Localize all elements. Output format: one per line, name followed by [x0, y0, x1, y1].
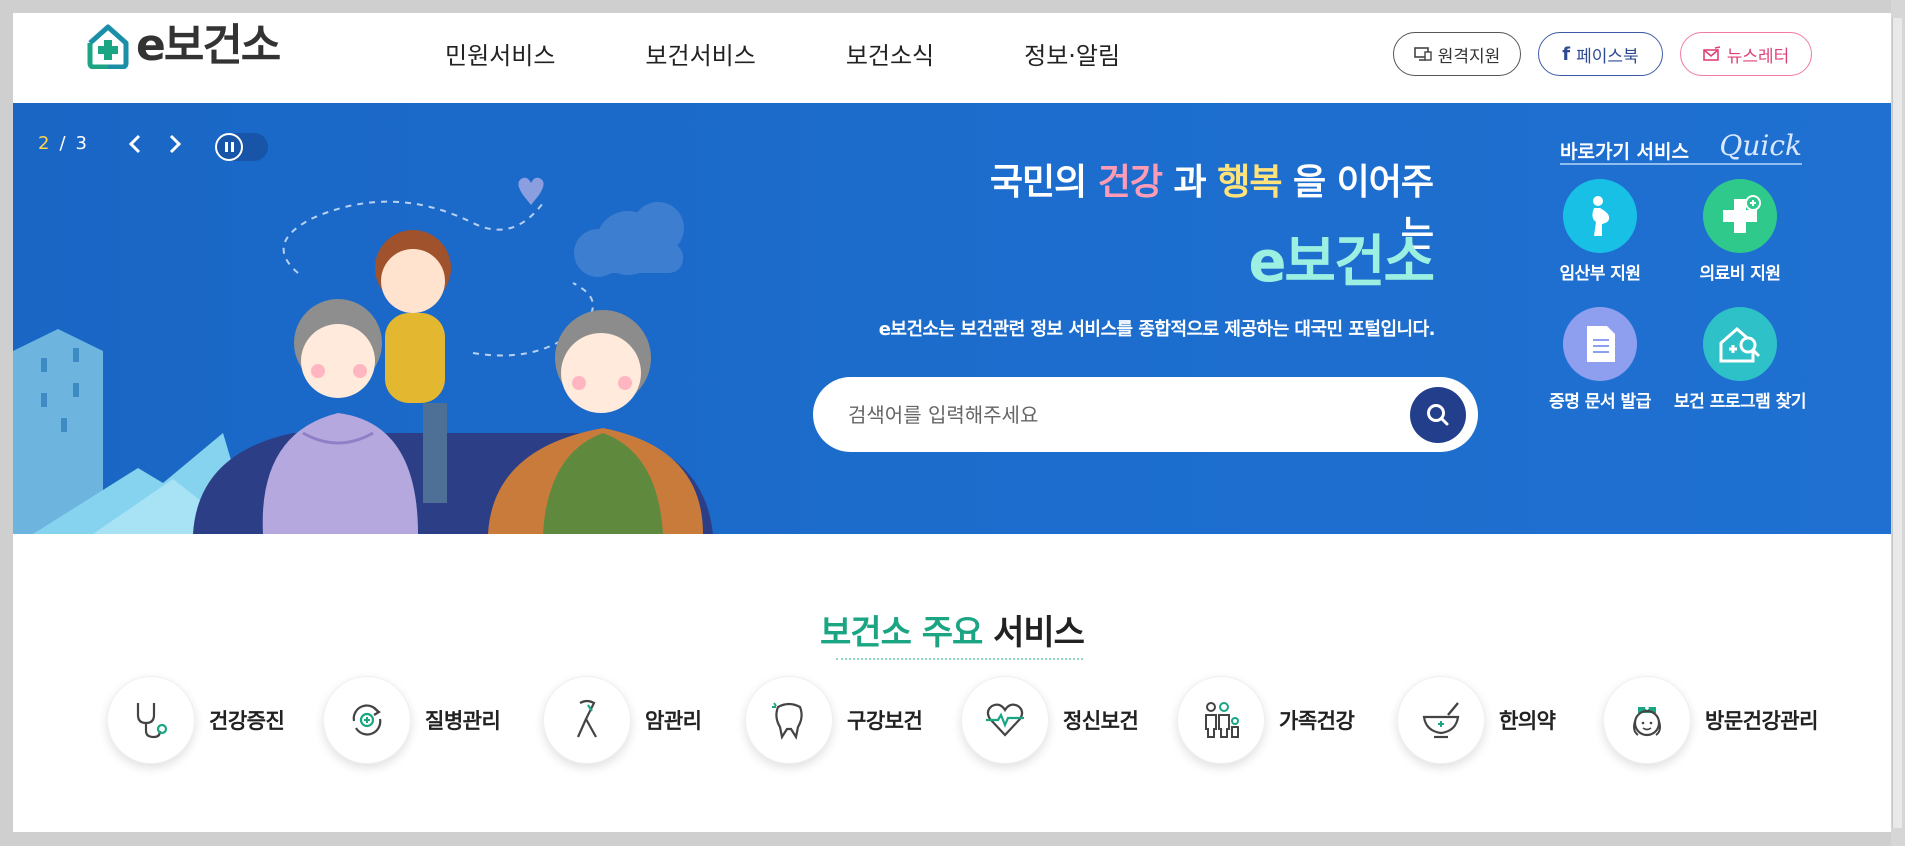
quick-label-medical-cost: 의료비 지원 [1699, 264, 1781, 284]
remote-support-button[interactable]: 원격지원 [1393, 32, 1521, 76]
service-label-korean-medicine: 한의약 [1499, 709, 1556, 733]
service-mental-health[interactable]: 정신보건 [961, 676, 1139, 764]
search-input[interactable] [848, 395, 1388, 435]
document-icon [1563, 307, 1637, 381]
heartbeat-icon [961, 676, 1049, 764]
page: e보건소 민원서비스 보건서비스 보건소식 정보·알림 원격지원 f 페이스북 [13, 13, 1891, 832]
slide-separator: / [59, 133, 66, 154]
facebook-icon: f [1562, 43, 1571, 65]
hero-illustration [13, 177, 713, 534]
stethoscope-icon [107, 676, 195, 764]
services-list: 건강증진 질병관리 암관리 구강보건 정신보건 가족건강 한의약 방문건강관리 [107, 676, 1827, 776]
quick-item-program-search[interactable]: 보건 프로그램 찾기 [1670, 307, 1810, 412]
newsletter-button[interactable]: 뉴스레터 [1680, 32, 1812, 76]
nav-item-health-service[interactable]: 보건서비스 [645, 39, 755, 73]
quick-item-pregnant[interactable]: 임산부 지원 [1530, 179, 1670, 284]
search-button[interactable] [1410, 387, 1466, 443]
cancer-ribbon-icon [543, 676, 631, 764]
mail-icon [1702, 46, 1720, 61]
service-label-visiting-care: 방문건강관리 [1705, 709, 1818, 733]
services-title-underline [836, 658, 1083, 660]
search-box [813, 377, 1478, 452]
service-label-disease-control: 질병관리 [425, 709, 501, 733]
pause-icon [215, 133, 243, 161]
quick-title: 바로가기 서비스 [1560, 141, 1689, 163]
service-label-health-promotion: 건강증진 [209, 709, 285, 733]
hero-title-mid: 과 [1162, 162, 1218, 203]
service-health-promotion[interactable]: 건강증진 [107, 676, 285, 764]
nav-item-civil-service[interactable]: 민원서비스 [445, 39, 555, 73]
quick-item-certificate[interactable]: 증명 문서 발급 [1530, 307, 1670, 412]
house-search-icon [1703, 307, 1777, 381]
logo-house-icon [86, 23, 130, 70]
disease-cycle-icon [323, 676, 411, 764]
service-label-mental-health: 정신보건 [1063, 709, 1139, 733]
slide-current: 2 [38, 133, 50, 154]
nav-item-health-news[interactable]: 보건소식 [846, 39, 934, 73]
quick-item-medical-cost[interactable]: 의료비 지원 [1670, 179, 1810, 284]
site-header: e보건소 민원서비스 보건서비스 보건소식 정보·알림 원격지원 f 페이스북 [13, 13, 1891, 103]
site-logo[interactable]: e보건소 [86, 20, 281, 71]
slide-next-button[interactable] [163, 133, 185, 155]
quick-label-pregnant: 임산부 지원 [1559, 264, 1641, 284]
service-label-oral-health: 구강보건 [847, 709, 923, 733]
window-scrollbar[interactable] [1891, 0, 1905, 846]
service-oral-health[interactable]: 구강보건 [745, 676, 923, 764]
remote-support-label: 원격지원 [1437, 46, 1501, 67]
hero-title-before: 국민의 [989, 162, 1098, 203]
logo-text: e보건소 [136, 20, 281, 71]
hero-description: e보건소는 보건관련 정보 서비스를 종합적으로 제공하는 대국민 포털입니다. [878, 319, 1436, 340]
hero-banner: 2 / 3 국민의 건강 과 행복 을 이어주는 e보건소 e보건소는 보건관련… [13, 103, 1891, 534]
service-family-health[interactable]: 가족건강 [1177, 676, 1355, 764]
monitor-icon [1413, 47, 1432, 61]
slide-total: 3 [75, 133, 87, 154]
mortar-icon [1397, 676, 1485, 764]
hero-brand: e보건소 [1248, 230, 1435, 295]
hero-title-health: 건강 [1097, 162, 1163, 203]
tooth-icon [745, 676, 833, 764]
service-korean-medicine[interactable]: 한의약 [1397, 676, 1556, 764]
facebook-label: 페이스북 [1576, 46, 1639, 67]
slide-pager: 2 / 3 [38, 133, 87, 154]
slide-prev-button[interactable] [125, 133, 147, 155]
service-visiting-care[interactable]: 방문건강관리 [1603, 676, 1818, 764]
main-navigation: 민원서비스 보건서비스 보건소식 정보·알림 [445, 39, 1120, 73]
nav-item-info-notice[interactable]: 정보·알림 [1024, 39, 1120, 73]
chevron-right-icon [169, 134, 182, 154]
hero-title-happy: 행복 [1217, 162, 1282, 203]
nurse-icon [1603, 676, 1691, 764]
family-icon [1177, 676, 1265, 764]
service-disease-control[interactable]: 질병관리 [323, 676, 501, 764]
quick-label-certificate: 증명 문서 발급 [1549, 392, 1651, 412]
service-label-family-health: 가족건강 [1279, 709, 1355, 733]
quick-header: 바로가기 서비스 Quick [1560, 129, 1802, 165]
services-title-green: 보건소 주요 [820, 613, 983, 653]
quick-services: 바로가기 서비스 Quick 임산부 지원 의료비 지원 증명 문서 발급 보건… [1549, 129, 1825, 511]
newsletter-label: 뉴스레터 [1726, 46, 1790, 67]
quick-script: Quick [1719, 129, 1802, 162]
pregnant-icon [1563, 179, 1637, 253]
search-icon [1427, 404, 1449, 426]
medical-cross-icon [1703, 179, 1777, 253]
quick-label-program-search: 보건 프로그램 찾기 [1674, 392, 1806, 412]
chevron-left-icon [128, 134, 141, 154]
services-title-dark: 서비스 [982, 613, 1085, 653]
facebook-button[interactable]: f 페이스북 [1538, 32, 1663, 76]
service-cancer-care[interactable]: 암관리 [543, 676, 702, 764]
slide-pause-toggle[interactable] [215, 133, 268, 161]
services-title: 보건소 주요 서비스 [13, 605, 1891, 654]
service-label-cancer-care: 암관리 [645, 709, 702, 733]
